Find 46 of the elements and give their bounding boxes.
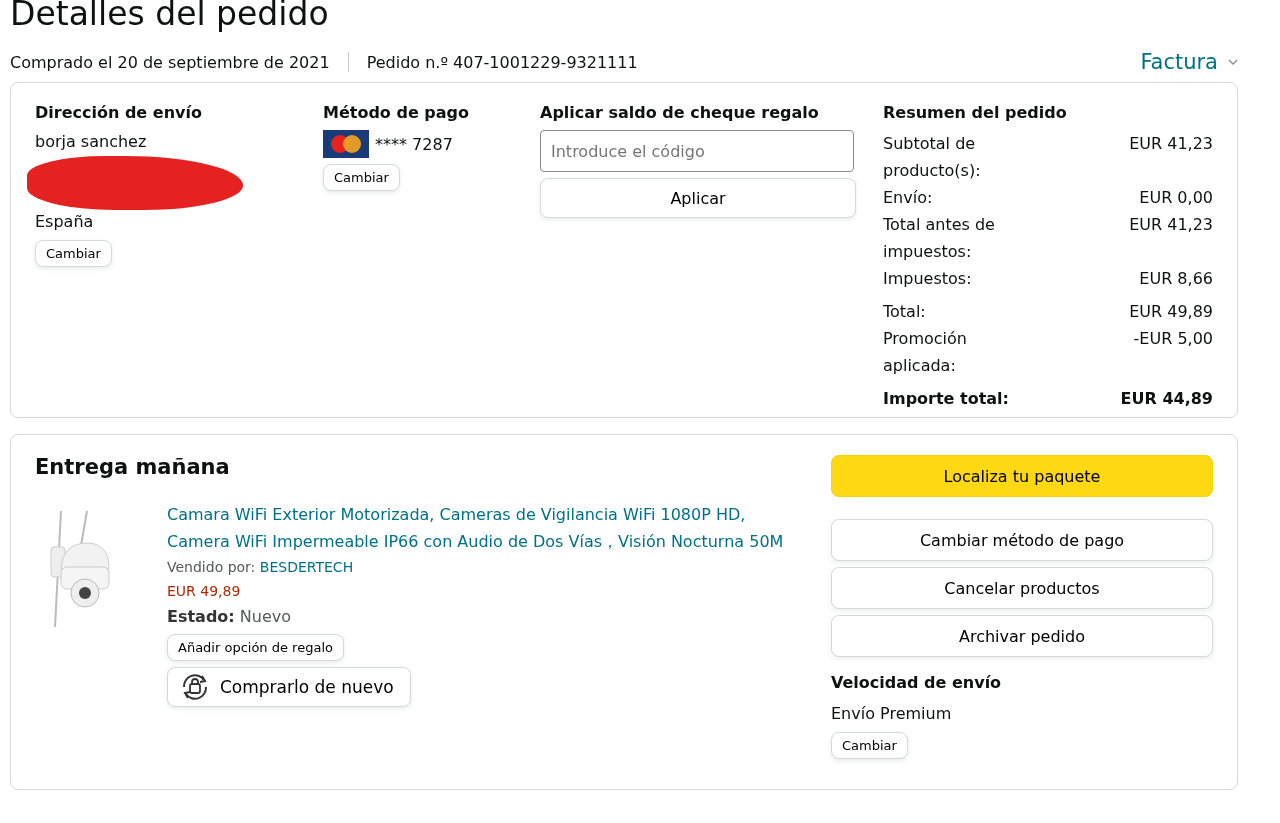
summary-label: Total: — [883, 301, 926, 323]
summary-value: EUR 8,66 — [1139, 268, 1213, 290]
section-heading: Método de pago — [323, 103, 469, 122]
summary-label: Envío: — [883, 187, 933, 209]
summary-value: EUR 0,00 — [1139, 187, 1213, 209]
change-button[interactable]: Cambiar — [831, 732, 908, 759]
product-condition: Estado: Nuevo — [167, 607, 292, 626]
summary-value: EUR 41,23 — [1129, 214, 1213, 236]
country: España — [35, 211, 94, 233]
chevron-down-icon — [1228, 59, 1238, 65]
section-heading: Aplicar saldo de cheque regalo — [540, 103, 819, 122]
shipping-speed: Envío Premium — [831, 703, 952, 725]
purchase-date: Comprado el 20 de septiembre de 2021 — [10, 52, 330, 72]
summary-value: EUR 44,89 — [1120, 388, 1213, 410]
action-button[interactable]: Cancelar productos — [831, 567, 1213, 609]
buy-again-button[interactable]: Comprarlo de nuevo — [167, 667, 411, 707]
action-button[interactable]: Cambiar método de pago — [831, 519, 1213, 561]
gift-code-field[interactable]: Introduce el código — [540, 130, 854, 172]
section-heading: Dirección de envío — [35, 103, 202, 122]
recipient-name: borja sanchez — [35, 131, 147, 153]
summary-value: EUR 49,89 — [1129, 301, 1213, 323]
summary-value: EUR 41,23 — [1129, 133, 1213, 155]
product-title-link[interactable]: Camara WiFi Exterior Motorizada, Cameras de Vigilancia WiFi 1080P HD, Camera WiFi Impermeable IP66 con Audio de Dos Vías，Visión Nocturna 50M — [167, 501, 807, 555]
section-heading: Resumen del pedido — [883, 103, 1067, 122]
action-button[interactable]: Localiza tu paquete — [831, 455, 1213, 497]
section-heading: Velocidad de envío — [831, 673, 1002, 692]
summary-label: Impuestos: — [883, 268, 972, 290]
summary-label: Subtotal de producto(s): — [883, 133, 982, 182]
card-number: **** 7287 — [375, 134, 453, 154]
action-button[interactable]: Archivar pedido — [831, 615, 1213, 657]
summary-label: Total antes de impuestos: — [883, 214, 996, 263]
order-number: Pedido n.º 407-1001229-9321111 — [366, 52, 638, 72]
apply-button[interactable]: Aplicar — [540, 178, 856, 218]
change-button[interactable]: Cambiar — [35, 240, 112, 267]
page-title: Detalles del pedido — [10, 0, 330, 32]
summary-value: -EUR 5,00 — [1133, 328, 1213, 350]
change-button[interactable]: Cambiar — [323, 164, 400, 191]
seller-label: Vendido por: — [167, 559, 256, 575]
summary-label: Promoción aplicada: — [883, 328, 968, 377]
gift-option-button[interactable]: Añadir opción de regalo — [167, 634, 344, 661]
product-price: EUR 49,89 — [167, 583, 241, 599]
delivery-heading: Entrega mañana — [35, 455, 231, 479]
summary-label: Importe total: — [883, 388, 1009, 410]
invoice-link[interactable]: Factura — [1140, 50, 1238, 74]
card-logo-icon — [323, 130, 369, 158]
seller-link[interactable]: BESDERTECH — [259, 559, 354, 575]
